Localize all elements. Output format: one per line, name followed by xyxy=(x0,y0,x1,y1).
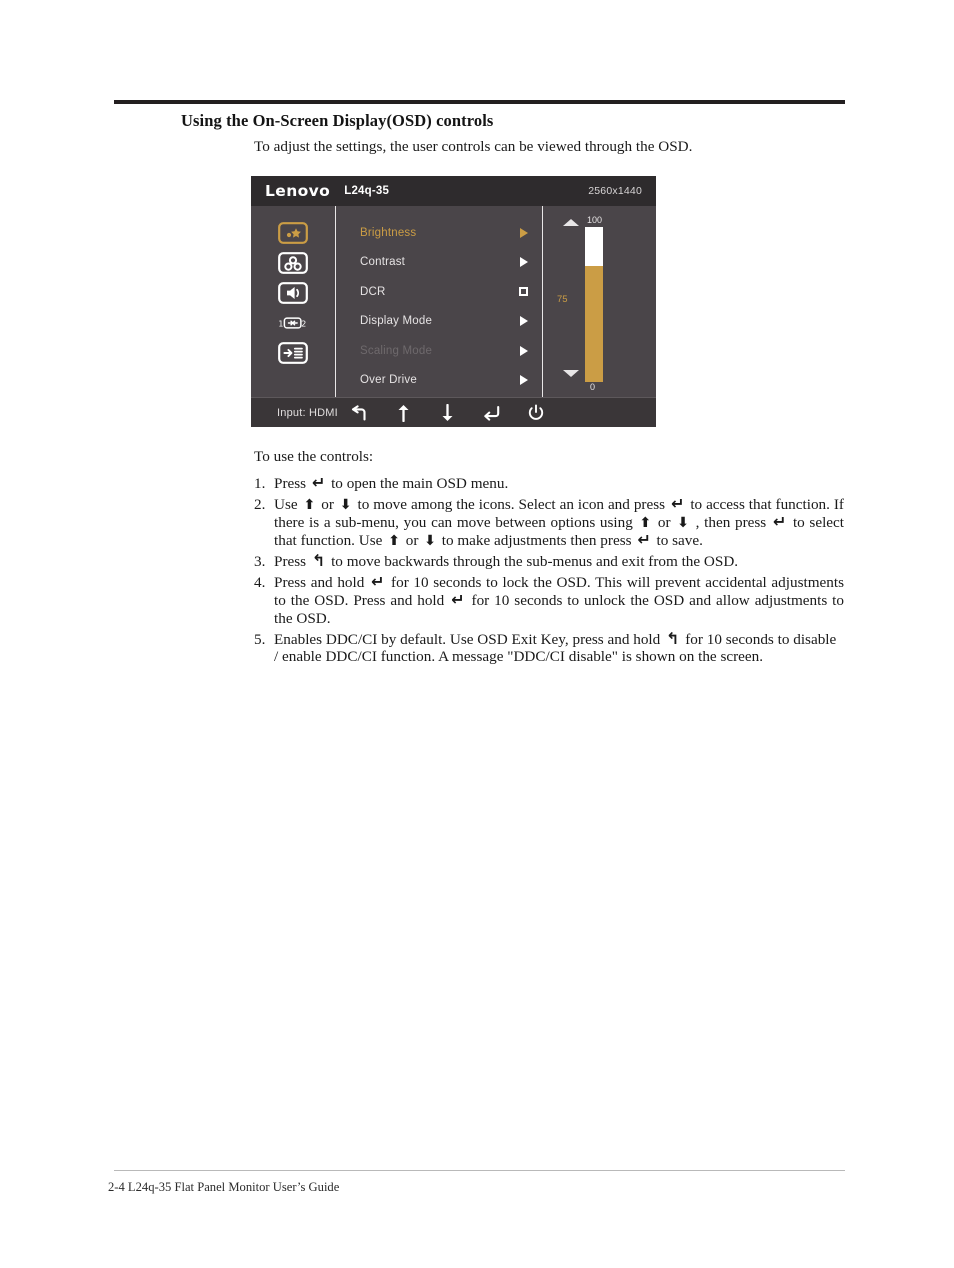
slider-current-value: 75 xyxy=(557,294,568,305)
slider-max-label: 100 xyxy=(587,215,603,225)
back-button[interactable] xyxy=(338,404,382,421)
chevron-right-icon xyxy=(520,257,528,268)
chevron-right-icon xyxy=(520,375,528,386)
menu-item-display-mode[interactable]: Display Mode xyxy=(336,307,542,337)
menu-item-scaling-mode: Scaling Mode xyxy=(336,336,542,366)
top-divider-rule xyxy=(114,100,845,104)
menu-item-label: Contrast xyxy=(360,256,406,269)
menu-item-label: Scaling Mode xyxy=(360,344,433,357)
up-button[interactable] xyxy=(382,404,426,422)
enter-key-glyph-icon: ↵ xyxy=(311,473,326,492)
enter-key-glyph-icon: ↵ xyxy=(637,529,651,549)
step-text: Enables DDC/CI by default. Use OSD Exit … xyxy=(274,628,837,666)
osd-menu-list: Brightness Contrast DCR Display Mode Sca xyxy=(336,206,543,397)
osd-icon-rail: 1 2 xyxy=(251,206,336,397)
instruction-step: 3. Press ↰ to move backwards through the … xyxy=(254,550,844,571)
osd-value-slider-panel: 100 75 0 xyxy=(543,206,656,397)
step-number: 4. xyxy=(254,573,266,591)
instruction-step: 5. Enables DDC/CI by default. Use OSD Exi… xyxy=(254,628,844,667)
svg-text:1: 1 xyxy=(278,319,283,328)
back-arrow-glyph-icon: ↰ xyxy=(311,550,326,570)
step-text: Use ⬆ or ⬇ to move among the icons. Sele… xyxy=(274,493,845,549)
page-footer: 2-4 L24q-35 Flat Panel Monitor User’s Gu… xyxy=(108,1180,340,1194)
use-controls-heading: To use the controls: xyxy=(254,448,374,465)
slider-track[interactable] xyxy=(585,227,603,382)
osd-menu-settings-icon[interactable] xyxy=(278,338,308,368)
monitor-model-label: L24q-35 xyxy=(344,185,390,197)
menu-item-label: Over Drive xyxy=(360,374,417,387)
document-page: Using the On-Screen Display(OSD) control… xyxy=(0,0,954,1268)
audio-speaker-icon[interactable] xyxy=(278,278,308,308)
brightness-contrast-icon[interactable] xyxy=(278,218,308,248)
slider-fill xyxy=(585,265,603,382)
menu-item-dcr[interactable]: DCR xyxy=(336,277,542,307)
intro-paragraph: To adjust the settings, the user control… xyxy=(254,138,693,155)
input-source-switch-icon[interactable]: 1 2 xyxy=(278,308,308,338)
menu-item-label: DCR xyxy=(360,285,386,298)
back-arrow-glyph-icon: ↰ xyxy=(666,628,680,648)
menu-item-label: Display Mode xyxy=(360,315,433,328)
lenovo-logo: Lenovo xyxy=(265,182,331,200)
up-arrow-glyph-icon: ⬆ xyxy=(639,514,652,531)
menu-item-brightness[interactable]: Brightness xyxy=(336,218,542,248)
caret-down-icon[interactable] xyxy=(563,370,579,377)
up-arrow-glyph-icon: ⬆ xyxy=(388,532,400,549)
osd-screenshot: Lenovo L24q-35 2560x1440 1 2 Brightness … xyxy=(251,176,656,427)
osd-header-bar: Lenovo L24q-35 2560x1440 xyxy=(251,176,656,206)
osd-footer-bar: Input: HDMI xyxy=(251,397,656,427)
step-number: 3. xyxy=(254,552,266,570)
instruction-step: 2. Use ⬆ or ⬇ to move among the icons. Se… xyxy=(254,493,845,550)
color-settings-icon[interactable] xyxy=(278,248,308,278)
instruction-step: 4. Press and hold ↵ for 10 seconds to loc… xyxy=(254,571,844,628)
enter-key-glyph-icon: ↵ xyxy=(670,493,685,513)
menu-item-over-drive[interactable]: Over Drive xyxy=(336,366,542,396)
instruction-step: 1. Press ↵ to open the main OSD menu. xyxy=(254,475,844,493)
down-arrow-glyph-icon: ⬇ xyxy=(424,532,436,549)
step-number: 5. xyxy=(254,630,266,648)
down-arrow-glyph-icon: ⬇ xyxy=(677,514,689,531)
step-text: Press ↰ to move backwards through the su… xyxy=(274,550,739,570)
chevron-right-icon xyxy=(520,227,528,238)
input-source-label: Input: HDMI xyxy=(277,406,338,419)
step-number: 2. xyxy=(254,495,266,513)
menu-item-contrast[interactable]: Contrast xyxy=(336,248,542,278)
page-title: Using the On-Screen Display(OSD) control… xyxy=(181,111,494,130)
instruction-steps-list: 1. Press ↵ to open the main OSD menu. 2. Us… xyxy=(254,472,844,666)
menu-item-label: Brightness xyxy=(360,226,417,239)
down-arrow-glyph-icon: ⬇ xyxy=(339,496,352,513)
enter-key-glyph-icon: ↵ xyxy=(451,589,465,609)
step-text: Press ↵ to open the main OSD menu. xyxy=(274,473,509,493)
slider-min-label: 0 xyxy=(590,382,596,392)
osd-body: 1 2 Brightness Contrast DCR Display Mode… xyxy=(251,206,656,397)
chevron-right-icon xyxy=(520,345,528,356)
checkbox-icon[interactable] xyxy=(519,287,528,297)
power-button[interactable] xyxy=(514,403,558,422)
down-button[interactable] xyxy=(426,403,470,422)
step-number: 1. xyxy=(254,475,266,492)
enter-key-glyph-icon: ↵ xyxy=(370,571,385,591)
enter-button[interactable] xyxy=(470,405,514,421)
svg-text:2: 2 xyxy=(301,319,306,328)
footer-divider-rule xyxy=(114,1170,845,1171)
chevron-right-icon xyxy=(520,316,528,327)
enter-key-glyph-icon: ↵ xyxy=(772,511,787,531)
caret-up-icon[interactable] xyxy=(563,219,579,226)
up-arrow-glyph-icon: ⬆ xyxy=(303,496,316,513)
step-text: Press and hold ↵ for 10 seconds to lock … xyxy=(274,571,844,627)
resolution-label: 2560x1440 xyxy=(588,185,642,197)
